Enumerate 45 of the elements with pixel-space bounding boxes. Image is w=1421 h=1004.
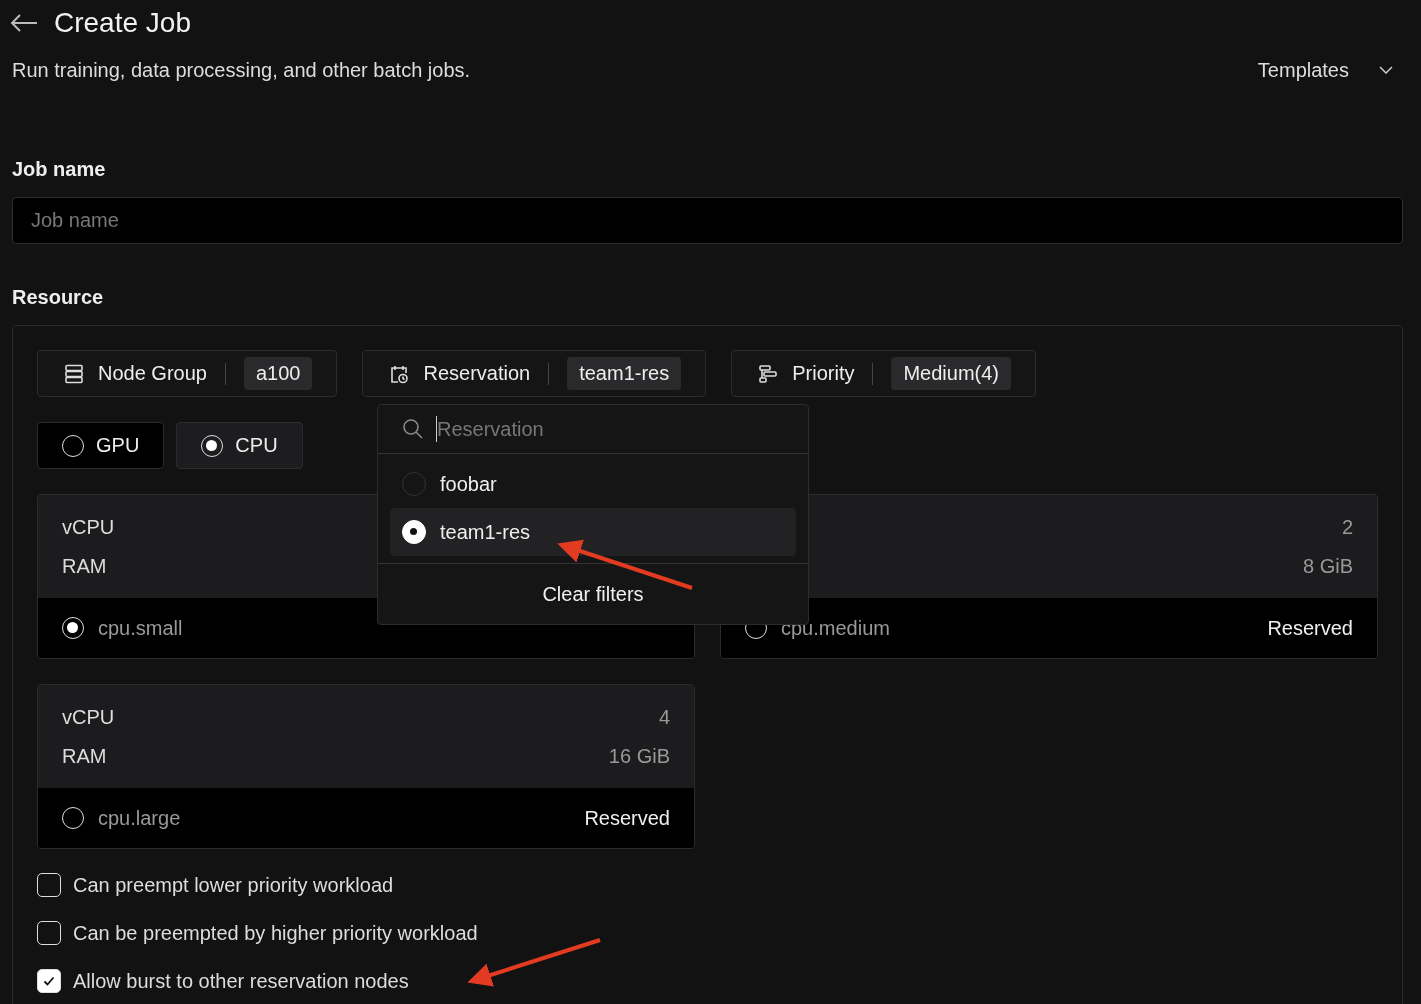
filter-value: Medium(4) bbox=[891, 357, 1012, 390]
page-subtitle: Run training, data processing, and other batch jobs. bbox=[12, 58, 471, 82]
templates-dropdown[interactable]: Templates bbox=[1257, 58, 1403, 82]
status-label: Reserved bbox=[1267, 616, 1353, 640]
calendar-clock-icon bbox=[389, 363, 410, 384]
server-icon bbox=[64, 363, 84, 384]
spec-value: 4 bbox=[658, 705, 670, 729]
spec-value: 16 GiB bbox=[608, 744, 670, 768]
instance-name: cpu.small bbox=[98, 616, 183, 640]
spec-label: vCPU bbox=[62, 705, 115, 729]
checkbox[interactable] bbox=[37, 921, 61, 945]
check-icon bbox=[42, 974, 56, 988]
filter-chip[interactable]: Node Group a100 bbox=[37, 350, 338, 397]
spec-value: 2 bbox=[1341, 515, 1353, 539]
checkbox-label: Allow burst to other reservation nodes bbox=[73, 969, 409, 993]
field-label: Job name bbox=[12, 158, 107, 181]
type-option[interactable]: CPU bbox=[176, 422, 303, 469]
spec-label: RAM bbox=[62, 554, 107, 578]
status-label: Reserved bbox=[584, 806, 670, 830]
checkbox-label: Can be preempted by higher priority workload bbox=[73, 921, 478, 945]
section-label: Resource bbox=[12, 286, 105, 309]
filter-label: Reservation bbox=[423, 362, 531, 385]
page-title: Create Job bbox=[54, 7, 191, 39]
back-arrow-icon[interactable] bbox=[10, 13, 38, 33]
spec-label: vCPU bbox=[62, 515, 115, 539]
search-icon bbox=[402, 418, 424, 440]
search-field[interactable]: Reservation bbox=[436, 416, 784, 442]
menu-option[interactable]: team1-res bbox=[390, 508, 796, 556]
spec-value: 8 GiB bbox=[1302, 554, 1353, 578]
checkbox-label: Can preempt lower priority workload bbox=[73, 873, 394, 897]
priority-bars-icon bbox=[758, 363, 779, 384]
type-option[interactable]: GPU bbox=[37, 422, 165, 469]
checkbox[interactable] bbox=[37, 969, 61, 993]
spec-label: RAM bbox=[62, 744, 107, 768]
filter-value: a100 bbox=[243, 357, 313, 390]
instance-name: cpu.large bbox=[98, 806, 181, 830]
filter-label: Priority bbox=[792, 362, 855, 385]
job-name-field[interactable]: Job name bbox=[12, 197, 1403, 244]
filter-value: team1-res bbox=[567, 357, 682, 390]
chevron-down-icon bbox=[1379, 66, 1393, 74]
filter-label: Node Group bbox=[98, 362, 207, 385]
filter-chip[interactable]: Priority Medium(4) bbox=[731, 350, 1037, 397]
instance-card[interactable]: vCPU 4 RAM 16 GiB cpu.large Reserved bbox=[37, 684, 695, 849]
filter-chip[interactable]: Reservation team1-res bbox=[362, 350, 707, 397]
checkbox[interactable] bbox=[37, 873, 61, 897]
